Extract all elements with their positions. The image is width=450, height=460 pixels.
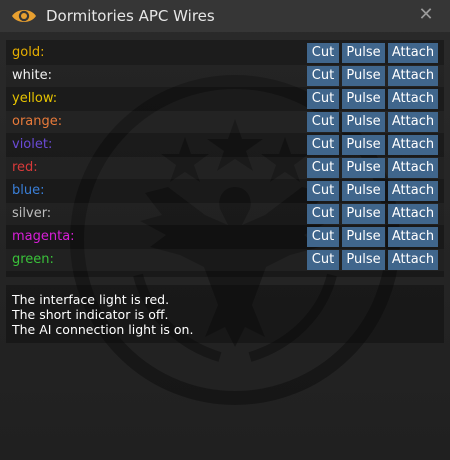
eye-icon [11,6,37,26]
wire-row-gold: gold: Cut Pulse Attach [6,42,444,64]
attach-button[interactable]: Attach [388,135,438,155]
attach-button[interactable]: Attach [388,89,438,109]
close-button[interactable]: ✕ [416,5,436,25]
interface-light-status: The interface light is red. [12,292,170,307]
wire-list: gold: Cut Pulse Attach white: Cut Pulse … [6,40,444,277]
wire-row-green: green: Cut Pulse Attach [6,249,444,271]
cut-button[interactable]: Cut [307,181,339,201]
wire-label: gold: [12,45,45,60]
wire-row-orange: orange: Cut Pulse Attach [6,111,444,133]
ai-connection-status: The AI connection light is on. [12,322,194,337]
pulse-button[interactable]: Pulse [342,227,385,247]
pulse-button[interactable]: Pulse [342,135,385,155]
wire-label: white: [12,68,52,83]
wire-row-violet: violet: Cut Pulse Attach [6,134,444,156]
cut-button[interactable]: Cut [307,89,339,109]
cut-button[interactable]: Cut [307,227,339,247]
cut-button[interactable]: Cut [307,158,339,178]
wire-row-blue: blue: Cut Pulse Attach [6,180,444,202]
wire-label: green: [12,252,54,267]
pulse-button[interactable]: Pulse [342,66,385,86]
wire-row-yellow: yellow: Cut Pulse Attach [6,88,444,110]
cut-button[interactable]: Cut [307,204,339,224]
attach-button[interactable]: Attach [388,158,438,178]
attach-button[interactable]: Attach [388,112,438,132]
close-icon: ✕ [418,4,434,25]
pulse-button[interactable]: Pulse [342,204,385,224]
titlebar: Dormitories APC Wires ✕ [0,0,450,32]
status-panel: The interface light is red. The short in… [6,285,444,343]
wire-label: violet: [12,137,53,152]
wire-row-white: white: Cut Pulse Attach [6,65,444,87]
attach-button[interactable]: Attach [388,181,438,201]
window-title: Dormitories APC Wires [46,7,215,25]
cut-button[interactable]: Cut [307,250,339,270]
wire-label: orange: [12,114,63,129]
pulse-button[interactable]: Pulse [342,89,385,109]
cut-button[interactable]: Cut [307,135,339,155]
wire-label: silver: [12,206,52,221]
attach-button[interactable]: Attach [388,66,438,86]
wire-label: red: [12,160,38,175]
wire-label: blue: [12,183,45,198]
wire-row-silver: silver: Cut Pulse Attach [6,203,444,225]
wire-label: yellow: [12,91,58,106]
short-indicator-status: The short indicator is off. [12,307,169,322]
wire-label: magenta: [12,229,75,244]
pulse-button[interactable]: Pulse [342,158,385,178]
cut-button[interactable]: Cut [307,66,339,86]
attach-button[interactable]: Attach [388,250,438,270]
pulse-button[interactable]: Pulse [342,112,385,132]
apc-wires-window: Dormitories APC Wires ✕ gold: Cut Pulse … [0,0,450,460]
pulse-button[interactable]: Pulse [342,250,385,270]
pulse-button[interactable]: Pulse [342,181,385,201]
pulse-button[interactable]: Pulse [342,43,385,63]
cut-button[interactable]: Cut [307,112,339,132]
attach-button[interactable]: Attach [388,227,438,247]
wire-row-magenta: magenta: Cut Pulse Attach [6,226,444,248]
cut-button[interactable]: Cut [307,43,339,63]
attach-button[interactable]: Attach [388,43,438,63]
wire-row-red: red: Cut Pulse Attach [6,157,444,179]
attach-button[interactable]: Attach [388,204,438,224]
